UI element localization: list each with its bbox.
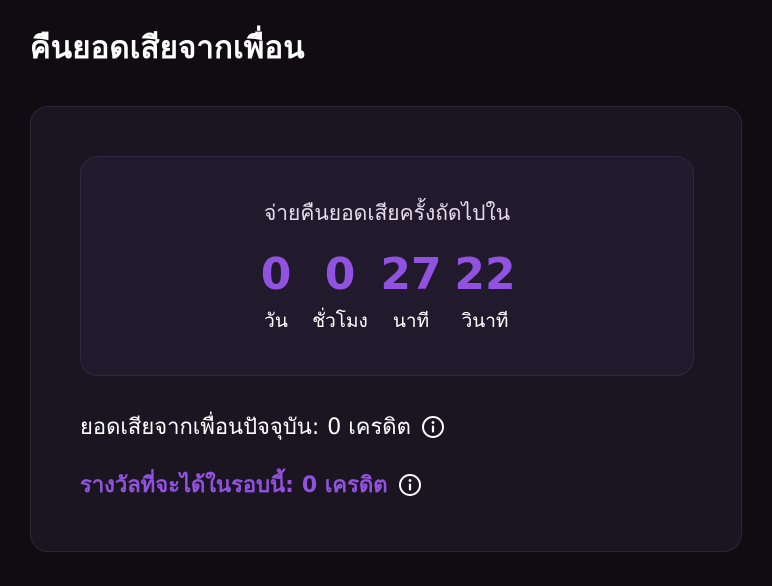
reward-value: 0 เครดิต	[301, 473, 388, 498]
info-icon[interactable]	[421, 415, 445, 439]
countdown-caption: จ่ายคืนยอดเสียครั้งถัดไปใน	[263, 201, 511, 225]
friend-loss-refund-card: จ่ายคืนยอดเสียครั้งถัดไปใน 0 วัน 0 ชั่วโ…	[30, 106, 742, 552]
timer-seconds: 22 วินาที	[449, 251, 521, 333]
timer-days-label: วัน	[264, 310, 288, 332]
timer-hours-value: 0	[324, 249, 356, 300]
timer-minutes-label: นาที	[392, 310, 430, 332]
timer-seconds-value: 22	[454, 249, 516, 300]
current-loss-label: ยอดเสียจากเพื่อนปัจจุบัน:	[80, 415, 320, 440]
timer-hours: 0 ชั่วโมง	[300, 251, 380, 333]
timer-minutes-value: 27	[380, 249, 442, 300]
countdown-box: จ่ายคืนยอดเสียครั้งถัดไปใน 0 วัน 0 ชั่วโ…	[80, 156, 694, 376]
timer-days: 0 วัน	[246, 251, 306, 333]
info-icon[interactable]	[398, 473, 422, 497]
current-loss-line: ยอดเสียจากเพื่อนปัจจุบัน: 0 เครดิต	[80, 409, 445, 444]
reward-label: รางวัลที่จะได้ในรอบนี้:	[80, 473, 294, 498]
timer-minutes: 27 นาที	[376, 251, 446, 333]
page-title: คืนยอดเสียจากเพื่อน	[30, 30, 305, 66]
current-loss-value: 0 เครดิต	[327, 415, 411, 440]
reward-line: รางวัลที่จะได้ในรอบนี้: 0 เครดิต	[80, 467, 422, 502]
timer-hours-label: ชั่วโมง	[312, 310, 368, 332]
timer-days-value: 0	[260, 249, 292, 300]
timer-seconds-label: วินาที	[461, 310, 509, 332]
